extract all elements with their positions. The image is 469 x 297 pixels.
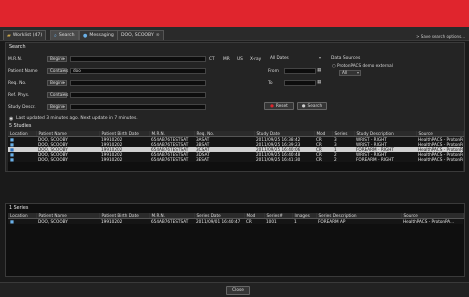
- tab-worklist[interactable]: ▰ Worklist (47): [3, 30, 47, 40]
- cell-patient: DOO, SCOOBY: [36, 218, 99, 224]
- modality-ct-toggle[interactable]: CT: [209, 57, 215, 62]
- modality-mr-toggle[interactable]: MR: [223, 57, 230, 62]
- calendar-icon[interactable]: ▦: [317, 68, 321, 73]
- search-button[interactable]: ● Search: [297, 102, 327, 110]
- refresh-icon: ◉: [9, 116, 14, 122]
- cell-req: 3ESAT: [194, 157, 254, 162]
- study-descr-label: Study Descr.: [8, 105, 36, 110]
- from-date-input[interactable]: [284, 68, 316, 74]
- table-row[interactable]: ■ DOO, SCOOBY 19910202 654AB76TESTSAT 3E…: [8, 157, 463, 162]
- study-descr-input[interactable]: [70, 104, 206, 110]
- cell-date: 2011/09/01 16:40:47: [194, 218, 244, 224]
- cell-mrn: 654AB76TESTSAT: [149, 157, 194, 162]
- table-row[interactable]: ■ DOO, SCOOBY 19910202 654AB76TESTSAT 20…: [8, 218, 463, 224]
- cell-mod: CR: [314, 157, 332, 162]
- patient-name-mode-select[interactable]: Contains: [47, 68, 68, 74]
- search-title: Search: [9, 45, 26, 50]
- status-text: Last updated 3 minutes ago. Next update …: [16, 116, 138, 121]
- chat-icon: ●: [83, 32, 88, 39]
- search-panel: Search M.R.N. Begins Patient Name Contai…: [5, 42, 465, 172]
- cell-mrn: 654AB76TESTSAT: [149, 218, 194, 224]
- date-range-select[interactable]: All Dates: [268, 55, 322, 62]
- search-icon: ●: [301, 103, 306, 109]
- tab-messaging[interactable]: ● Messaging: [79, 30, 118, 40]
- tab-bar: ▰ Worklist (47) ⌕ Search ● Messaging DOO…: [0, 27, 469, 41]
- cell-date: 2011/09/25 16:41:30: [254, 157, 314, 162]
- app-header-bar: [0, 0, 469, 27]
- modality-xray-toggle[interactable]: X-ray: [250, 57, 261, 62]
- study-descr-mode-select[interactable]: Begins: [47, 104, 67, 110]
- req-no-input[interactable]: [70, 80, 206, 86]
- cell-desc: FOREARM - RIGHT: [354, 157, 416, 162]
- ref-phys-mode-select[interactable]: Contains: [47, 92, 68, 98]
- data-source-filter-select[interactable]: All: [339, 70, 361, 76]
- studies-table: Location Patient Name Patient Birth Date…: [8, 131, 464, 171]
- cell-desc: FOREARM AP: [316, 218, 401, 224]
- mrn-mode-select[interactable]: Begins: [47, 56, 67, 62]
- cell-birth: 19910202: [99, 157, 149, 162]
- cell-images: 1: [292, 218, 316, 224]
- close-icon[interactable]: ⊗: [156, 33, 160, 38]
- reset-label: Reset: [275, 103, 288, 109]
- cell-birth: 19910202: [99, 218, 149, 224]
- to-label: To: [268, 81, 273, 86]
- tab-label: Messaging: [89, 33, 114, 38]
- tab-label: Worklist (47): [12, 33, 43, 38]
- bottom-bar: Close: [0, 282, 469, 297]
- ref-phys-input[interactable]: [70, 92, 206, 98]
- tab-patient[interactable]: DOO, SCOOBY ⊗: [117, 30, 164, 40]
- mrn-input[interactable]: [70, 56, 206, 62]
- reset-icon: ●: [270, 103, 274, 109]
- close-label: Close: [232, 288, 244, 293]
- save-search-options-link[interactable]: > Save search options...: [416, 34, 465, 39]
- cell-source: HealthPACS - ProtonPA...: [401, 218, 463, 224]
- ref-phys-label: Ref. Phys.: [8, 93, 30, 98]
- data-source-radio[interactable]: ○: [332, 63, 336, 68]
- modality-us-toggle[interactable]: US: [237, 57, 243, 62]
- tab-label: DOO, SCOOBY: [121, 33, 154, 38]
- data-source-option: ProtonPACS demo external: [337, 63, 393, 68]
- cell-series-number: 1001: [264, 218, 292, 224]
- search-icon: ⌕: [54, 32, 57, 39]
- cell-mod: CR: [244, 218, 264, 224]
- location-icon: ■: [10, 219, 14, 224]
- calendar-icon[interactable]: ▦: [317, 80, 321, 85]
- folder-icon: ▰: [7, 32, 11, 39]
- patient-name-input[interactable]: doo: [70, 68, 206, 74]
- search-label: Search: [307, 103, 323, 109]
- from-label: From: [268, 69, 279, 74]
- reset-button[interactable]: ● Reset: [264, 102, 294, 110]
- tab-label: Search: [58, 33, 75, 38]
- data-sources-title: Data Sources: [331, 56, 361, 61]
- series-title: 1 Series: [9, 206, 29, 211]
- studies-title: 5 Studies: [9, 124, 32, 129]
- to-date-input[interactable]: [284, 80, 316, 86]
- req-no-label: Req. No.: [8, 81, 27, 86]
- location-icon: ■: [10, 157, 14, 162]
- series-table: Location Patient Name Patient Birth Date…: [8, 213, 464, 224]
- cell-series: 2: [332, 157, 354, 162]
- close-button[interactable]: Close: [226, 286, 250, 295]
- cell-patient: DOO, SCOOBY: [36, 157, 99, 162]
- patient-name-label: Patient Name: [8, 69, 38, 74]
- series-panel: 1 Series Location Patient Name Patient B…: [5, 203, 465, 277]
- cell-source: HealthPACS - ProtonPA...: [416, 157, 463, 162]
- mrn-label: M.R.N.: [8, 57, 23, 62]
- req-no-mode-select[interactable]: Begins: [47, 80, 67, 86]
- tab-search[interactable]: ⌕ Search: [50, 30, 79, 40]
